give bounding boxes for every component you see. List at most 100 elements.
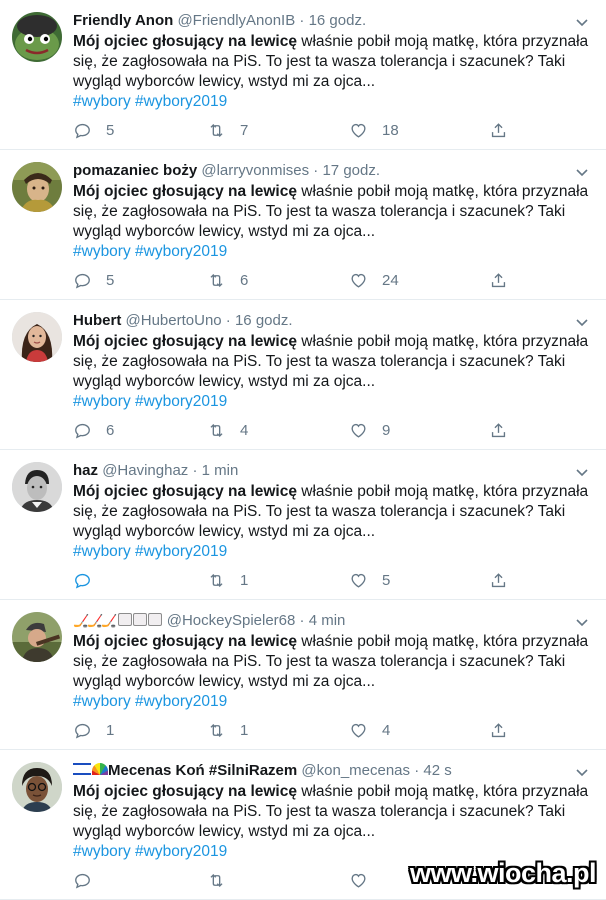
retweet-button[interactable]	[207, 868, 240, 892]
share-icon	[491, 122, 506, 137]
like-count: 5	[382, 571, 391, 589]
like-count: 4	[382, 721, 391, 739]
like-button[interactable]: 24	[349, 268, 399, 292]
user-handle[interactable]: @Havinghaz	[102, 462, 188, 479]
reply-button[interactable]: 1	[73, 718, 114, 742]
heart-icon	[351, 723, 366, 738]
heart-icon	[351, 273, 366, 288]
retweet-count: 1	[240, 571, 249, 589]
tweet-text: Mój ojciec głosujący na lewicę właśnie p…	[73, 332, 594, 412]
woman-avatar[interactable]	[12, 312, 62, 362]
retweet-count: 6	[240, 271, 249, 289]
tweet-text: Mój ojciec głosujący na lewicę właśnie p…	[73, 632, 594, 712]
hashtags[interactable]: #wybory #wybory2019	[73, 93, 227, 110]
user-handle[interactable]: @HockeySpieler68	[167, 612, 296, 629]
like-button[interactable]: 5	[349, 568, 390, 592]
hashtags[interactable]: #wybory #wybory2019	[73, 693, 227, 710]
reply-icon	[75, 123, 90, 138]
separator-dot: ·	[192, 462, 198, 479]
retweet-icon	[210, 273, 223, 287]
user-handle[interactable]: @larryvonmises	[201, 162, 309, 179]
chevron-down-icon[interactable]	[574, 14, 590, 30]
reply-button[interactable]: 5	[73, 118, 114, 142]
tweet-time[interactable]: 42 s	[423, 762, 451, 779]
like-button[interactable]	[349, 868, 382, 892]
separator-dot: ·	[299, 12, 305, 29]
retweet-button[interactable]: 1	[207, 568, 248, 592]
retweet-icon	[210, 573, 223, 587]
tweet-time[interactable]: 1 min	[202, 462, 239, 479]
watermark: www.wiocha.pl	[409, 858, 597, 888]
tweet-time[interactable]: 17 godz.	[322, 162, 380, 179]
display-name[interactable]: pomazaniec boży	[73, 162, 197, 179]
tweet[interactable]: haz @Havinghaz · 1 min Mój ojciec głosuj…	[0, 450, 606, 600]
tweet[interactable]: Hubert @HubertoUno · 16 godz. Mój ojciec…	[0, 300, 606, 450]
tweet[interactable]: 🏒🏒🏒 @HockeySpieler68 · 4 min Mój ojciec …	[0, 600, 606, 750]
painting-avatar[interactable]	[12, 162, 62, 212]
reply-button[interactable]: 5	[73, 268, 114, 292]
display-name[interactable]: Mecenas Koń #SilniRazem	[108, 762, 297, 779]
share-button[interactable]	[489, 568, 508, 592]
reply-icon	[75, 423, 90, 438]
heart-icon	[351, 123, 366, 138]
separator-dot: ·	[414, 762, 420, 779]
like-button[interactable]: 9	[349, 418, 390, 442]
user-handle[interactable]: @FriendlyAnonIB	[177, 12, 295, 29]
like-button[interactable]: 4	[349, 718, 390, 742]
share-button[interactable]	[489, 118, 508, 142]
display-name[interactable]: Hubert	[73, 312, 121, 329]
hashtags[interactable]: #wybory #wybory2019	[73, 243, 227, 260]
tweet-text-bold: Mój ojciec głosujący na lewicę	[73, 183, 297, 200]
like-button[interactable]: 18	[349, 118, 399, 142]
display-name[interactable]: haz	[73, 462, 98, 479]
man-avatar[interactable]	[12, 762, 62, 812]
heart-icon	[351, 573, 366, 588]
frog-avatar[interactable]	[12, 12, 62, 62]
retweet-button[interactable]: 4	[207, 418, 248, 442]
reply-icon	[75, 723, 90, 738]
tweet-time[interactable]: 4 min	[309, 612, 346, 629]
chevron-down-icon[interactable]	[574, 314, 590, 330]
portrait-avatar[interactable]	[12, 462, 62, 512]
share-button[interactable]	[489, 718, 508, 742]
share-icon	[491, 572, 506, 587]
retweet-button[interactable]: 1	[207, 718, 248, 742]
reply-button[interactable]: 6	[73, 418, 114, 442]
share-button[interactable]	[489, 418, 508, 442]
reply-icon	[75, 273, 90, 288]
tweet[interactable]: Friendly Anon @FriendlyAnonIB · 16 godz.…	[0, 0, 606, 150]
tweet-time[interactable]: 16 godz.	[309, 12, 367, 29]
chevron-down-icon[interactable]	[574, 464, 590, 480]
tweet-time[interactable]: 16 godz.	[235, 312, 293, 329]
tweet-text-bold: Mój ojciec głosujący na lewicę	[73, 333, 297, 350]
reply-button[interactable]	[73, 868, 106, 892]
unknown-emoji-icon	[147, 613, 162, 626]
hunter-avatar[interactable]	[12, 612, 62, 662]
retweet-button[interactable]: 6	[207, 268, 248, 292]
user-handle[interactable]: @HubertoUno	[126, 312, 222, 329]
tweet-text: Mój ojciec głosujący na lewicę właśnie p…	[73, 482, 594, 562]
chevron-down-icon[interactable]	[574, 614, 590, 630]
tweet-text-bold: Mój ojciec głosujący na lewicę	[73, 33, 297, 50]
rainbow-icon	[92, 763, 108, 775]
retweet-button[interactable]: 7	[207, 118, 248, 142]
hashtags[interactable]: #wybory #wybory2019	[73, 543, 227, 560]
like-count: 24	[382, 271, 399, 289]
separator-dot: ·	[299, 612, 305, 629]
chevron-down-icon[interactable]	[574, 164, 590, 180]
reply-button[interactable]	[73, 568, 106, 592]
user-handle[interactable]: @kon_mecenas	[301, 762, 410, 779]
like-count: 9	[382, 421, 391, 439]
tweet-text-bold: Mój ojciec głosujący na lewicę	[73, 483, 297, 500]
tweet[interactable]: pomazaniec boży @larryvonmises · 17 godz…	[0, 150, 606, 300]
share-icon	[491, 422, 506, 437]
hashtags[interactable]: #wybory #wybory2019	[73, 393, 227, 410]
share-button[interactable]	[489, 268, 508, 292]
hashtags[interactable]: #wybory #wybory2019	[73, 843, 227, 860]
tweet-text-bold: Mój ojciec głosujący na lewicę	[73, 633, 297, 650]
display-name[interactable]: Friendly Anon	[73, 12, 173, 29]
separator-dot: ·	[225, 312, 231, 329]
chevron-down-icon[interactable]	[574, 764, 590, 780]
retweet-count: 7	[240, 121, 249, 139]
retweet-icon	[210, 873, 223, 887]
